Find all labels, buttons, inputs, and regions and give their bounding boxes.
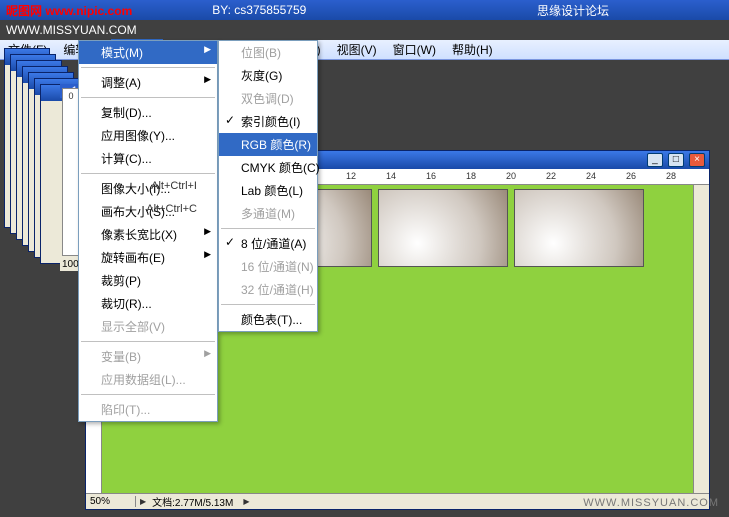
menu-trap: 陷印(T)... — [79, 398, 217, 421]
forum-watermark: 思缘设计论坛 — [537, 2, 609, 19]
watermark-left: 昵图网 www.nipic.com — [6, 2, 132, 19]
zoom-level[interactable]: 50% — [86, 496, 136, 507]
menu-image-size[interactable]: 图像大小(I)...Alt+Ctrl+I — [79, 177, 217, 200]
mode-16bit: 16 位/通道(N) — [219, 255, 317, 278]
menu-variables: 变量(B) — [79, 345, 217, 368]
mode-8bit[interactable]: 8 位/通道(A) — [219, 232, 317, 255]
menu-apply-data-set: 应用数据组(L)... — [79, 368, 217, 391]
window-buttons: _ □ × — [645, 153, 705, 167]
menu-adjustments[interactable]: 调整(A) — [79, 71, 217, 94]
menu-pixel-aspect[interactable]: 像素长宽比(X) — [79, 223, 217, 246]
menu-calculations[interactable]: 计算(C)... — [79, 147, 217, 170]
menu-apply-image[interactable]: 应用图像(Y)... — [79, 124, 217, 147]
thumb-4 — [514, 189, 644, 267]
mode-cmyk[interactable]: CMYK 颜色(C) — [219, 156, 317, 179]
site-watermark-top: WWW.MISSYUAN.COM — [0, 20, 729, 40]
mode-bitmap: 位图(B) — [219, 41, 317, 64]
menu-crop[interactable]: 裁剪(P) — [79, 269, 217, 292]
mode-color-table[interactable]: 颜色表(T)... — [219, 308, 317, 331]
mode-rgb[interactable]: RGB 颜色(R) — [219, 133, 317, 156]
close-button[interactable]: × — [689, 153, 705, 167]
mode-grayscale[interactable]: 灰度(G) — [219, 64, 317, 87]
menu-window[interactable]: 窗口(W) — [385, 39, 444, 60]
menu-view[interactable]: 视图(V) — [329, 39, 385, 60]
menu-rotate-canvas[interactable]: 旋转画布(E) — [79, 246, 217, 269]
mode-submenu: 位图(B) 灰度(G) 双色调(D) 索引颜色(I) RGB 颜色(R) CMY… — [218, 40, 318, 332]
app-titlebar: 昵图网 www.nipic.com BY: cs375855759 — [0, 0, 729, 20]
mode-multichannel: 多通道(M) — [219, 202, 317, 225]
minimize-button[interactable]: _ — [647, 153, 663, 167]
image-menu-dropdown: 模式(M) 调整(A) 复制(D)... 应用图像(Y)... 计算(C)...… — [78, 40, 218, 422]
doc-info: 文档:2.77M/5.13M — [146, 494, 239, 509]
vertical-scrollbar[interactable] — [693, 185, 709, 493]
menu-canvas-size[interactable]: 画布大小(S)...Alt+Ctrl+C — [79, 200, 217, 223]
menu-duplicate[interactable]: 复制(D)... — [79, 101, 217, 124]
menu-trim[interactable]: 裁切(R)... — [79, 292, 217, 315]
site-watermark-bottom: WWW.MISSYUAN.COM — [583, 497, 719, 509]
status-chevron2-icon[interactable]: ▶ — [243, 497, 249, 506]
maximize-button[interactable]: □ — [668, 153, 684, 167]
menu-mode[interactable]: 模式(M) — [79, 41, 217, 64]
mode-lab[interactable]: Lab 颜色(L) — [219, 179, 317, 202]
menu-help[interactable]: 帮助(H) — [444, 39, 501, 60]
menu-reveal-all: 显示全部(V) — [79, 315, 217, 338]
mode-32bit: 32 位/通道(H) — [219, 278, 317, 301]
mode-indexed[interactable]: 索引颜色(I) — [219, 110, 317, 133]
author-credit: BY: cs375855759 — [212, 3, 306, 17]
mode-duotone: 双色调(D) — [219, 87, 317, 110]
thumb-3 — [378, 189, 508, 267]
